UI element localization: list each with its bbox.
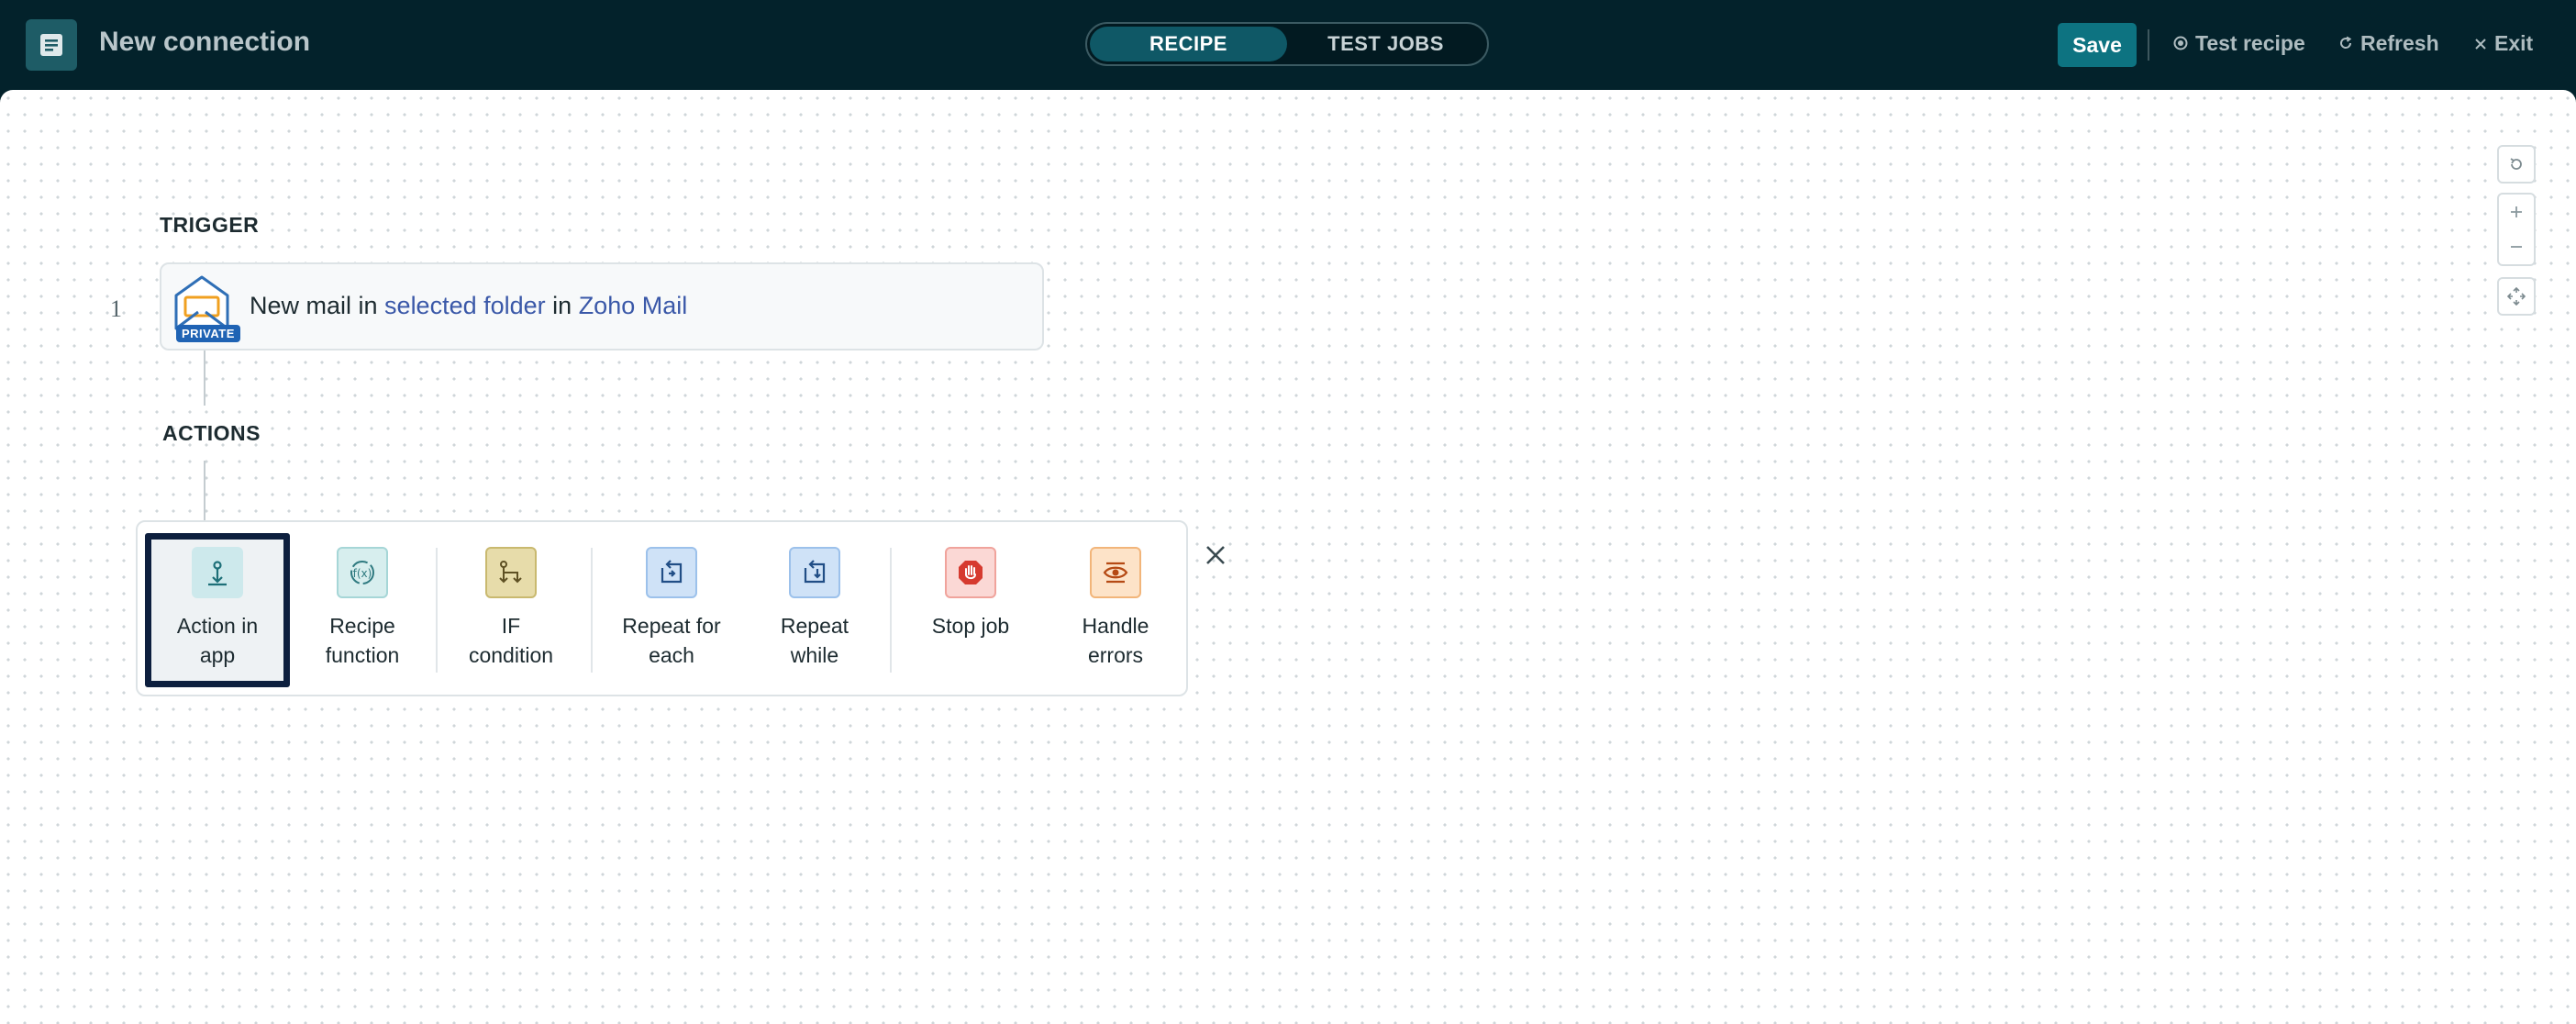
option-label-line1: Recipe	[329, 614, 395, 638]
option-divider	[890, 548, 892, 673]
record-dot-icon	[2173, 31, 2188, 56]
option-divider	[591, 548, 593, 673]
plus-icon	[2511, 206, 2522, 217]
option-label: Repeat while	[781, 611, 849, 670]
option-divider	[436, 548, 438, 673]
svg-text:f(x): f(x)	[353, 567, 372, 580]
trigger-text-prefix: New mail in	[250, 292, 385, 319]
option-label-line2: errors	[1087, 643, 1144, 667]
fit-view-control[interactable]	[2497, 277, 2536, 316]
page-title: New connection	[99, 27, 311, 57]
option-label-line1: Repeat	[780, 614, 849, 638]
view-tabs: RECIPE TEST JOBS	[1085, 22, 1489, 66]
option-if-condition[interactable]: IF condition	[450, 533, 572, 687]
trigger-description: New mail in selected folder in Zoho Mail	[250, 292, 687, 320]
fit-to-screen-icon	[2499, 279, 2534, 314]
option-label: Action in app	[177, 611, 258, 670]
option-label-line1: Repeat for	[622, 614, 721, 638]
option-handle-errors[interactable]: Handle errors	[1048, 533, 1183, 687]
zoom-out-button[interactable]	[2499, 229, 2534, 264]
option-label-line2: each	[649, 643, 694, 667]
recipe-doc-icon[interactable]	[26, 19, 77, 71]
private-badge: PRIVATE	[176, 325, 240, 342]
close-icon	[1202, 546, 1229, 573]
action-in-app-icon	[192, 547, 243, 598]
option-recipe-function[interactable]: f(x) Recipe function	[301, 533, 424, 687]
repeat-for-each-icon	[646, 547, 697, 598]
step-number: 1	[110, 295, 122, 322]
exit-button[interactable]: Exit	[2474, 31, 2533, 56]
option-label: Recipe function	[326, 611, 400, 670]
option-label: Stop job	[932, 611, 1009, 640]
exit-label: Exit	[2494, 31, 2534, 55]
option-label-line1: Stop job	[931, 614, 1010, 638]
stop-job-icon	[945, 547, 996, 598]
flow-connector	[204, 351, 205, 406]
refresh-button[interactable]: Refresh	[2338, 31, 2439, 56]
zoom-controls	[2497, 193, 2536, 266]
selected-folder-link[interactable]: selected folder	[384, 292, 546, 319]
option-repeat-while[interactable]: Repeat while	[747, 533, 883, 687]
test-recipe-label: Test recipe	[2195, 31, 2305, 55]
recipe-function-icon: f(x)	[337, 547, 388, 598]
option-stop-job[interactable]: Stop job	[903, 533, 1038, 687]
trigger-text-middle: in	[545, 292, 579, 319]
zoho-mail-link[interactable]: Zoho Mail	[579, 292, 688, 319]
option-label-line1: Handle	[1082, 614, 1149, 638]
zoom-in-button[interactable]	[2499, 195, 2534, 229]
option-label: Handle errors	[1083, 611, 1149, 670]
refresh-label: Refresh	[2360, 31, 2439, 55]
test-recipe-button[interactable]: Test recipe	[2173, 31, 2305, 56]
trigger-section-label: TRIGGER	[160, 213, 260, 237]
top-bar: New connection RECIPE TEST JOBS Save Tes…	[0, 0, 2576, 90]
tab-recipe[interactable]: RECIPE	[1090, 27, 1287, 61]
minus-icon	[2511, 246, 2522, 248]
option-action-in-app[interactable]: Action in app	[145, 533, 290, 687]
option-label-line2: app	[199, 643, 236, 667]
actions-section-label: ACTIONS	[162, 421, 261, 445]
close-picker-button[interactable]	[1202, 541, 1229, 569]
repeat-while-icon	[789, 547, 840, 598]
option-label-line2: function	[325, 643, 400, 667]
option-label-line1: IF	[501, 614, 521, 638]
handle-errors-icon	[1090, 547, 1141, 598]
save-button[interactable]: Save	[2058, 23, 2137, 67]
tab-test-jobs[interactable]: TEST JOBS	[1287, 27, 1484, 61]
if-condition-icon	[485, 547, 537, 598]
flow-connector	[204, 461, 205, 520]
close-icon	[2474, 31, 2487, 56]
reset-icon	[2499, 147, 2534, 182]
option-label: IF condition	[469, 611, 553, 670]
action-picker-panel: Action in app f(x) Recipe function IF condi…	[136, 520, 1188, 696]
reset-view-control[interactable]	[2497, 145, 2536, 184]
option-label-line2: while	[790, 643, 839, 667]
option-repeat-for-each[interactable]: Repeat for each	[604, 533, 739, 687]
option-label-line2: condition	[468, 643, 554, 667]
option-label-line1: Action in	[176, 614, 259, 638]
toolbar-divider	[2148, 29, 2149, 61]
trigger-step-card[interactable]: PRIVATE New mail in selected folder in Z…	[160, 262, 1044, 351]
refresh-icon	[2338, 31, 2353, 56]
option-label: Repeat for each	[622, 611, 720, 670]
